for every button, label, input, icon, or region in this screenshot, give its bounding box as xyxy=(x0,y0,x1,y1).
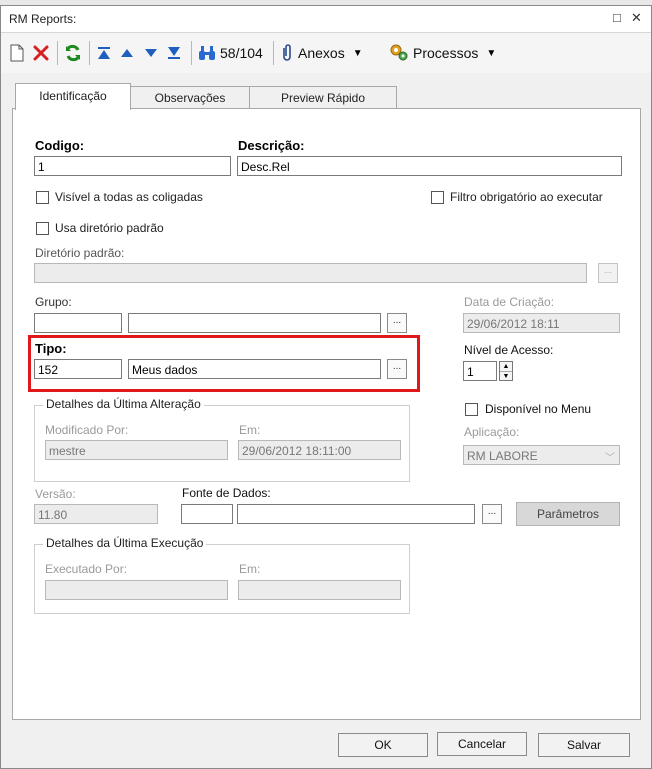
anexos-menu[interactable]: Anexos ▼ xyxy=(280,43,363,63)
tipo-desc-input[interactable]: Meus dados xyxy=(128,359,381,379)
fonte-code-input[interactable] xyxy=(181,504,233,524)
aplicacao-select: RM LABORE ﹀ xyxy=(463,445,620,465)
fonte-lookup-button[interactable]: ... xyxy=(482,504,502,524)
last-record-icon[interactable] xyxy=(167,43,181,63)
data-criacao-input: 29/06/2012 18:11 xyxy=(463,313,620,333)
tab-preview-rapido[interactable]: Preview Rápido xyxy=(249,86,397,109)
nivel-acesso-input[interactable]: 1 xyxy=(463,361,497,381)
filtro-checkbox[interactable] xyxy=(431,191,444,204)
new-document-icon[interactable] xyxy=(10,43,24,63)
tipo-lookup-button[interactable]: ... xyxy=(387,359,407,379)
disponivel-menu-label: Disponível no Menu xyxy=(485,402,592,416)
chevron-down-icon: ﹀ xyxy=(605,453,615,464)
grupo-lookup-button[interactable]: ... xyxy=(387,313,407,333)
paperclip-icon xyxy=(280,43,294,64)
refresh-icon[interactable] xyxy=(64,43,82,63)
grupo-code-input[interactable] xyxy=(34,313,122,333)
record-counter: 58/104 xyxy=(220,45,263,61)
modificado-por-label: Modificado Por: xyxy=(45,423,129,437)
usa-diretorio-checkbox[interactable] xyxy=(36,222,49,235)
processos-menu[interactable]: Processos ▼ xyxy=(389,43,496,63)
descricao-label: Descrição: xyxy=(238,138,305,153)
tipo-label: Tipo: xyxy=(35,341,67,356)
nivel-acesso-label: Nível de Acesso: xyxy=(464,343,554,357)
spin-up-icon[interactable]: ▲ xyxy=(500,362,512,372)
visivel-label: Visível a todas as coligadas xyxy=(55,190,203,204)
detalhes-alteracao-group: Detalhes da Última Alteração Modificado … xyxy=(34,397,410,482)
first-record-icon[interactable] xyxy=(97,43,111,63)
grupo-label: Grupo: xyxy=(35,295,72,309)
find-binoculars-icon[interactable] xyxy=(198,43,216,63)
disponivel-menu-checkbox[interactable] xyxy=(465,403,478,416)
filtro-label: Filtro obrigatório ao executar xyxy=(450,190,603,204)
fonte-desc-input[interactable] xyxy=(237,504,475,524)
versao-label: Versão: xyxy=(35,487,76,501)
modificado-por-input: mestre xyxy=(45,440,228,460)
aplicacao-label: Aplicação: xyxy=(464,425,520,439)
codigo-label: Codigo: xyxy=(35,138,85,153)
toolbar: 58/104 Anexos ▼ Processos ▼ xyxy=(1,33,651,73)
visivel-checkbox[interactable] xyxy=(36,191,49,204)
versao-input: 11.80 xyxy=(34,504,158,524)
processos-label: Processos xyxy=(413,45,479,61)
em-alteracao-label: Em: xyxy=(239,423,261,437)
tab-strip: Identificação Observações Preview Rápido xyxy=(1,78,651,110)
next-record-icon[interactable] xyxy=(144,43,158,63)
executado-por-input xyxy=(45,580,228,600)
identificacao-panel: Codigo: 1 Descrição: Desc.Rel Visível a … xyxy=(12,108,641,720)
codigo-input[interactable]: 1 xyxy=(34,156,231,176)
diretorio-label: Diretório padrão: xyxy=(35,246,125,260)
close-icon[interactable]: ✕ xyxy=(631,10,642,26)
descricao-input[interactable]: Desc.Rel xyxy=(237,156,622,176)
em-execucao-input xyxy=(238,580,401,600)
cancelar-button[interactable]: Cancelar xyxy=(437,732,527,756)
window-title: RM Reports: xyxy=(9,12,77,26)
maximize-icon[interactable]: □ xyxy=(613,10,621,25)
salvar-button[interactable]: Salvar xyxy=(538,733,630,757)
delete-icon[interactable] xyxy=(32,43,50,63)
tab-observacoes[interactable]: Observações xyxy=(130,86,250,109)
executado-por-label: Executado Por: xyxy=(45,562,128,576)
detalhes-alteracao-title: Detalhes da Última Alteração xyxy=(43,397,204,411)
tipo-code-input[interactable]: 152 xyxy=(34,359,122,379)
processos-dropdown-icon: ▼ xyxy=(486,47,497,59)
gears-icon xyxy=(389,43,409,64)
previous-record-icon[interactable] xyxy=(120,43,134,63)
detalhes-execucao-group: Detalhes da Última Execução Executado Po… xyxy=(34,536,410,614)
nivel-acesso-spinner[interactable]: ▲ ▼ xyxy=(499,361,513,381)
anexos-label: Anexos xyxy=(298,45,345,61)
spin-down-icon[interactable]: ▼ xyxy=(500,372,512,381)
tab-identificacao[interactable]: Identificação xyxy=(15,83,131,110)
diretorio-browse-button: ... xyxy=(598,263,618,283)
ok-button[interactable]: OK xyxy=(338,733,428,757)
fonte-dados-label: Fonte de Dados: xyxy=(182,486,271,500)
em-execucao-label: Em: xyxy=(239,562,261,576)
data-criacao-label: Data de Criação: xyxy=(464,295,555,309)
anexos-dropdown-icon: ▼ xyxy=(352,47,363,59)
grupo-desc-input[interactable] xyxy=(128,313,381,333)
usa-diretorio-label: Usa diretório padrão xyxy=(55,221,164,235)
em-alteracao-input: 29/06/2012 18:11:00 xyxy=(238,440,401,460)
detalhes-execucao-title: Detalhes da Última Execução xyxy=(43,536,207,550)
rm-reports-window: RM Reports: □ ✕ 58/104 Anexos ▼ Processo… xyxy=(0,5,652,769)
diretorio-input xyxy=(34,263,587,283)
parametros-button: Parâmetros xyxy=(516,502,620,526)
title-bar: RM Reports: □ ✕ xyxy=(1,6,651,33)
